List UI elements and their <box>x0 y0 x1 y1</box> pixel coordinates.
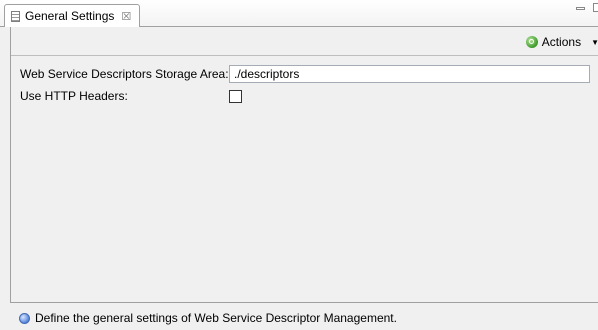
chevron-down-icon[interactable]: ▼ <box>591 38 598 47</box>
panel-toolbar: Actions ▼ <box>11 27 598 56</box>
actions-menu-button[interactable]: Actions ▼ <box>525 35 598 49</box>
info-icon <box>19 312 30 324</box>
storage-area-label: Web Service Descriptors Storage Area: <box>20 67 229 81</box>
close-icon[interactable]: ☒ <box>121 10 131 23</box>
editor-frame: General Settings ☒ Actions ▼ Web Service… <box>0 0 598 330</box>
storage-area-input[interactable] <box>229 65 590 83</box>
tab-general-settings[interactable]: General Settings ☒ <box>4 4 141 27</box>
status-message: Define the general settings of Web Servi… <box>35 311 397 325</box>
settings-panel: Actions ▼ Web Service Descriptors Storag… <box>10 27 598 303</box>
actions-label: Actions <box>541 35 582 49</box>
http-headers-label: Use HTTP Headers: <box>20 89 128 103</box>
window-controls <box>576 3 598 12</box>
status-bar: Define the general settings of Web Servi… <box>19 311 397 325</box>
maximize-icon[interactable] <box>593 3 598 12</box>
settings-form: Web Service Descriptors Storage Area: Us… <box>20 64 590 108</box>
status-divider <box>10 302 598 303</box>
tab-label: General Settings <box>25 9 115 23</box>
storage-area-row: Web Service Descriptors Storage Area: <box>20 64 590 84</box>
http-headers-checkbox[interactable] <box>229 89 242 103</box>
http-headers-row: Use HTTP Headers: <box>20 86 590 106</box>
tab-bar: General Settings ☒ <box>0 0 598 27</box>
document-icon <box>11 10 20 22</box>
minimize-icon[interactable] <box>576 7 585 10</box>
actions-icon <box>525 36 538 48</box>
